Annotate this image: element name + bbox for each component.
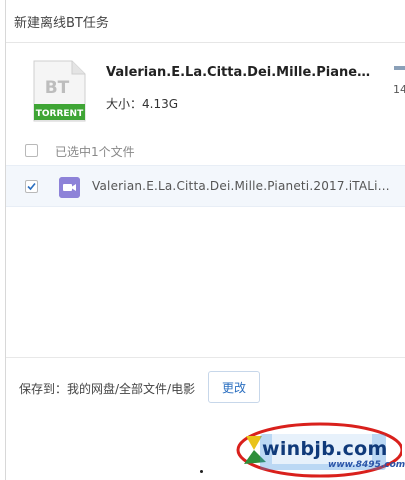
torrent-file-name: Valerian.E.La.Citta.Dei.Mille.Pianeti.20… [106, 65, 376, 80]
side-number: 14 [393, 83, 405, 96]
watermark-subtext: www.8495.com [328, 460, 405, 470]
torrent-file-icon: BT TORRENT [33, 60, 86, 122]
side-indicator [394, 66, 405, 70]
file-name: Valerian.E.La.Citta.Dei.Mille.Pianeti.20… [92, 179, 392, 193]
svg-text:BT: BT [45, 78, 70, 98]
file-list-row[interactable]: Valerian.E.La.Citta.Dei.Mille.Pianeti.20… [6, 165, 405, 207]
dialog-footer: 保存到：我的网盘/全部文件/电影 更改 [6, 357, 405, 417]
change-path-button[interactable]: 更改 [208, 371, 260, 403]
svg-text:TORRENT: TORRENT [36, 109, 84, 119]
dialog-title-bar: 新建离线BT任务 [6, 0, 405, 43]
dialog-title: 新建离线BT任务 [14, 16, 109, 31]
selected-count-label: 已选中1个文件 [55, 145, 135, 159]
new-bt-task-dialog: 新建离线BT任务 BT TORRENT Valerian.E.La.Citta.… [5, 0, 405, 480]
torrent-info: BT TORRENT Valerian.E.La.Citta.Dei.Mille… [6, 43, 405, 133]
watermark-text: winbjb.com [262, 438, 388, 460]
checkmark-icon [27, 182, 36, 191]
save-path-label: 保存到：我的网盘/全部文件/电影 [19, 382, 196, 396]
select-all-checkbox[interactable] [25, 144, 38, 157]
video-icon [59, 177, 80, 198]
file-checkbox[interactable] [25, 180, 38, 193]
stray-dot [200, 470, 203, 473]
torrent-file-size: 大小：4.13G [106, 97, 179, 111]
select-all-row: 已选中1个文件 [6, 133, 405, 165]
watermark-logo: winbjb.com www.8495.com [232, 420, 405, 478]
